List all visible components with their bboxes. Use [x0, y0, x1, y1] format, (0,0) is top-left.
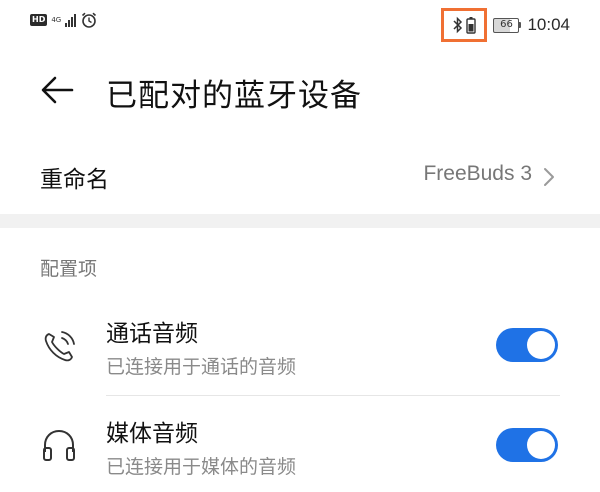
profile-row-call-audio: 通话音频 已连接用于通话的音频	[0, 300, 600, 394]
headset-battery-icon	[466, 17, 477, 34]
profile-row-media-audio: 媒体音频 已连接用于媒体的音频	[0, 400, 600, 492]
section-title: 配置项	[40, 258, 98, 280]
device-name-value: FreeBuds 3	[423, 162, 532, 185]
profile-title: 媒体音频	[106, 421, 198, 447]
page-title: 已配对的蓝牙设备	[106, 78, 362, 114]
profile-subtitle: 已连接用于通话的音频	[106, 356, 297, 378]
status-bar: HD 4G 66 10:04	[0, 0, 600, 42]
bluetooth-status-highlight	[441, 8, 488, 42]
status-right: 66 10:04	[441, 8, 570, 42]
media-audio-toggle[interactable]	[496, 428, 558, 462]
network-type: 4G	[51, 16, 61, 24]
section-divider-band	[0, 214, 600, 228]
battery-icon: 66	[493, 17, 522, 33]
rename-row[interactable]: 重命名 FreeBuds 3	[0, 146, 600, 208]
battery-level: 66	[493, 17, 520, 33]
status-left: HD 4G	[30, 11, 98, 29]
clock: 10:04	[527, 15, 570, 34]
hd-badge: HD	[30, 14, 48, 26]
back-button[interactable]	[38, 72, 78, 108]
profile-title: 通话音频	[106, 321, 198, 347]
row-divider	[106, 395, 560, 396]
rename-label: 重命名	[40, 167, 109, 193]
alarm-icon	[82, 12, 97, 28]
bluetooth-icon	[453, 16, 463, 34]
signal-icon	[65, 13, 77, 27]
back-arrow-icon	[41, 76, 74, 104]
page-header: 已配对的蓝牙设备	[0, 60, 600, 122]
chevron-right-icon	[544, 168, 554, 186]
network-type-label: 4G	[51, 16, 62, 24]
phone-icon	[44, 331, 75, 362]
call-audio-toggle[interactable]	[496, 328, 558, 362]
profile-subtitle: 已连接用于媒体的音频	[106, 456, 297, 478]
headphones-icon	[43, 429, 75, 461]
